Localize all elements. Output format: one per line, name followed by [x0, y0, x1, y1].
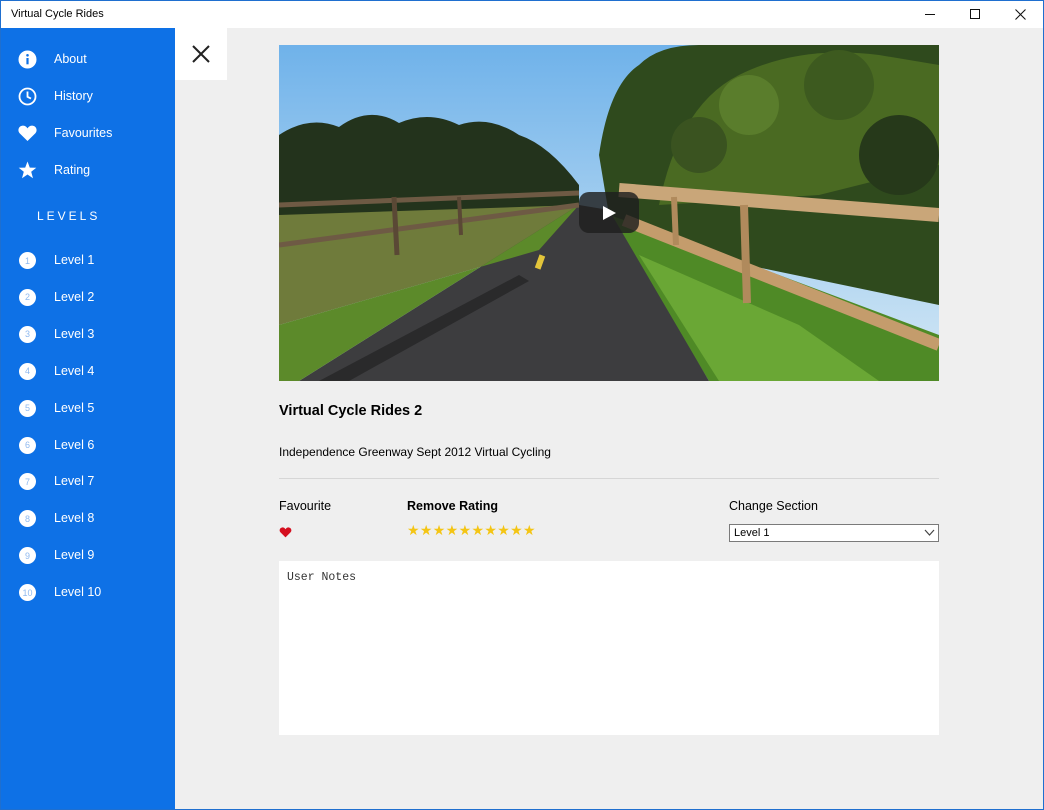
- level-number-icon: 7: [18, 472, 37, 491]
- sidebar-item-label: Level 2: [54, 289, 95, 304]
- favourite-label: Favourite: [279, 499, 332, 513]
- rating-star-icon[interactable]: ★: [459, 523, 472, 537]
- sidebar-item-history[interactable]: History: [1, 78, 175, 114]
- rating-star-icon[interactable]: ★: [471, 523, 484, 537]
- level-number: 8: [19, 510, 36, 528]
- level-number-icon: 3: [18, 325, 37, 344]
- clock-icon: [18, 87, 37, 106]
- sidebar-item-rating[interactable]: Rating: [1, 152, 175, 188]
- maximize-icon: [970, 9, 980, 19]
- sidebar-item-level-8[interactable]: 8 Level 8: [1, 500, 175, 536]
- sidebar-item-label: Level 4: [54, 363, 95, 378]
- level-number: 4: [19, 362, 36, 380]
- play-icon: [603, 205, 616, 220]
- video-player[interactable]: [279, 45, 939, 381]
- maximize-button[interactable]: [953, 1, 998, 28]
- sidebar-item-label: Level 5: [54, 400, 95, 415]
- minimize-icon: [925, 14, 935, 15]
- rating-star-icon[interactable]: ★: [433, 523, 446, 537]
- sidebar-item-level-10[interactable]: 10 Level 10: [1, 574, 175, 610]
- level-number-icon: 9: [18, 546, 37, 565]
- levels-heading: LEVELS: [37, 209, 101, 223]
- sidebar: About History Favourites Rating LEVELS 1…: [1, 28, 175, 809]
- rating-star-icon[interactable]: ★: [497, 523, 510, 537]
- level-number-icon: 4: [18, 362, 37, 381]
- sidebar-item-label: Level 8: [54, 511, 95, 526]
- divider: [279, 478, 939, 479]
- close-pane-button[interactable]: [175, 28, 227, 80]
- level-number-icon: 8: [18, 509, 37, 528]
- sidebar-item-level-6[interactable]: 6 Level 6: [1, 427, 175, 463]
- heart-icon: [279, 527, 292, 538]
- remove-rating-button[interactable]: Remove Rating: [407, 499, 498, 513]
- sidebar-item-level-3[interactable]: 3 Level 3: [1, 316, 175, 352]
- user-notes-input[interactable]: [279, 561, 939, 735]
- sidebar-item-label: Level 6: [54, 437, 95, 452]
- rating-star-icon[interactable]: ★: [510, 523, 523, 537]
- sidebar-item-level-2[interactable]: 2 Level 2: [1, 279, 175, 315]
- level-number: 3: [19, 325, 36, 343]
- sidebar-item-label: Level 10: [54, 585, 102, 600]
- level-number: 1: [19, 252, 36, 269]
- level-number-icon: 6: [18, 436, 37, 455]
- level-number-icon: 2: [18, 288, 37, 307]
- heart-icon: [18, 124, 37, 143]
- level-number: 2: [19, 288, 36, 306]
- level-number: 10: [19, 584, 36, 602]
- main-content: Virtual Cycle Rides 2 Independence Green…: [175, 28, 1043, 809]
- level-number: 5: [19, 399, 36, 417]
- close-icon: [192, 45, 210, 63]
- sidebar-item-label: About: [54, 52, 87, 66]
- window-title: Virtual Cycle Rides: [11, 8, 104, 20]
- level-number: 7: [19, 473, 36, 491]
- sidebar-item-level-5[interactable]: 5 Level 5: [1, 390, 175, 426]
- close-icon: [1015, 9, 1026, 20]
- sidebar-item-label: Level 1: [54, 253, 95, 267]
- info-icon: [18, 50, 37, 69]
- favourite-toggle[interactable]: [279, 525, 292, 543]
- sidebar-item-label: Level 3: [54, 326, 95, 341]
- level-number: 6: [19, 436, 36, 454]
- title-bar: Virtual Cycle Rides: [1, 1, 1043, 28]
- rating-star-icon[interactable]: ★: [420, 523, 433, 537]
- level-number-icon: 5: [18, 399, 37, 418]
- sidebar-item-level-7[interactable]: 7 Level 7: [1, 463, 175, 499]
- sidebar-item-label: Level 7: [54, 474, 95, 489]
- level-number-icon: 10: [18, 583, 37, 602]
- sidebar-item-level-1[interactable]: 1 Level 1: [1, 242, 175, 278]
- sidebar-item-label: History: [54, 89, 93, 103]
- level-number: 9: [19, 547, 36, 565]
- video-description: Independence Greenway Sept 2012 Virtual …: [279, 445, 551, 459]
- sidebar-item-label: Rating: [54, 163, 91, 177]
- video-title: Virtual Cycle Rides 2: [279, 403, 423, 419]
- change-section-label: Change Section: [729, 499, 818, 513]
- app-window: Virtual Cycle Rides About History Favour…: [0, 0, 1044, 810]
- rating-star-icon[interactable]: ★: [446, 523, 459, 537]
- star-icon: [18, 161, 37, 180]
- chevron-down-icon: [924, 529, 935, 536]
- sidebar-item-about[interactable]: About: [1, 41, 175, 77]
- rating-stars: ★ ★ ★ ★ ★ ★ ★ ★ ★ ★: [407, 523, 536, 537]
- minimize-button[interactable]: [908, 1, 953, 28]
- section-select-value: Level 1: [734, 527, 770, 539]
- level-number-icon: 1: [18, 251, 37, 270]
- rating-star-icon[interactable]: ★: [523, 523, 536, 537]
- play-button[interactable]: [579, 192, 639, 233]
- rating-star-icon[interactable]: ★: [407, 523, 420, 537]
- sidebar-item-level-9[interactable]: 9 Level 9: [1, 537, 175, 573]
- sidebar-item-label: Level 9: [54, 548, 95, 563]
- sidebar-item-label: Favourites: [54, 126, 113, 140]
- sidebar-item-favourites[interactable]: Favourites: [1, 115, 175, 151]
- sidebar-item-level-4[interactable]: 4 Level 4: [1, 353, 175, 389]
- close-window-button[interactable]: [998, 1, 1043, 28]
- rating-star-icon[interactable]: ★: [484, 523, 497, 537]
- section-select[interactable]: Level 1: [729, 524, 939, 542]
